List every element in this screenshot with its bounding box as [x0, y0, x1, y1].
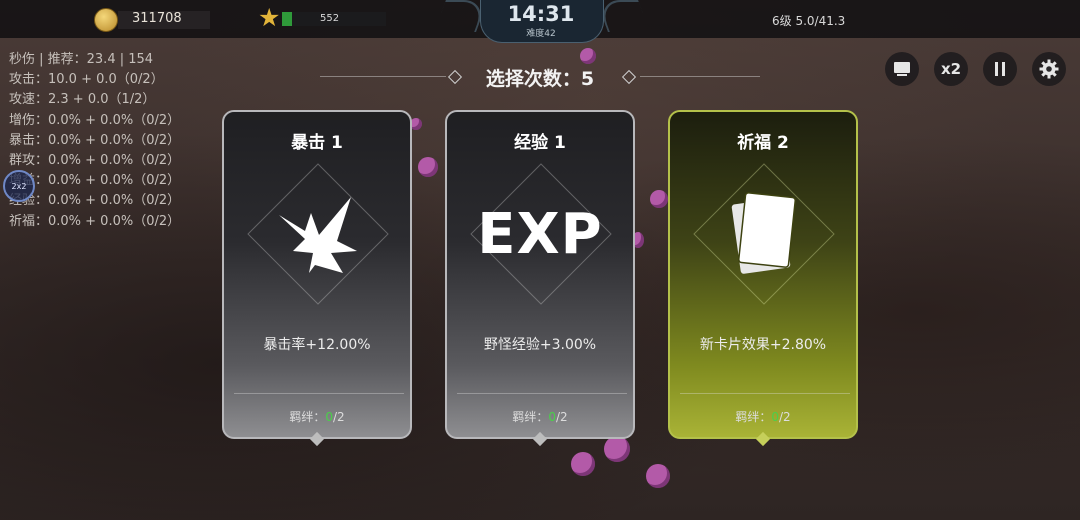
stat-aoe: 群攻：0.0% + 0.0%（0/2） — [9, 153, 181, 169]
card-stack-icon — [731, 192, 796, 274]
burst-icon — [279, 197, 357, 273]
screen-button[interactable] — [885, 52, 919, 86]
card-description: 暴击率+12.00% — [263, 337, 371, 353]
card-blessing[interactable]: 祈福 2 新卡片效果+2.80% 羁绊：0/2 — [668, 110, 858, 439]
stat-dps: 秒伤 | 推荐：23.4 | 154 — [9, 52, 154, 67]
monster-blob — [646, 464, 670, 488]
gear-icon — [1039, 59, 1059, 79]
stat-damage-boost: 增伤：0.0% + 0.0%（0/2） — [9, 112, 181, 128]
monster-blob — [604, 436, 630, 462]
xp-value: 552 — [320, 13, 340, 24]
card-divider — [234, 393, 404, 394]
card-title: 祈福 2 — [737, 133, 789, 153]
difficulty-label: 难度42 — [526, 29, 556, 39]
monster-blob — [571, 452, 595, 476]
star-icon: ★ — [258, 3, 281, 32]
screen-icon — [894, 62, 910, 76]
pause-icon — [995, 62, 1005, 76]
card-bond: 羁绊：0/2 — [289, 410, 345, 424]
side-skill-button[interactable]: 2x2 — [3, 170, 35, 202]
stat-attack-speed: 攻速：2.3 + 0.0（1/2） — [9, 92, 156, 108]
card-title: 经验 1 — [514, 133, 566, 153]
stat-exp: 经验：0.0% + 0.0%（0/2） — [9, 193, 181, 209]
speed-label: x2 — [940, 60, 962, 78]
monster-blob — [650, 190, 668, 208]
card-exp[interactable]: 经验 1 EXP 野怪经验+3.00% 羁绊：0/2 — [445, 110, 635, 439]
card-divider — [457, 393, 627, 394]
monster-blob — [580, 48, 596, 64]
stats-panel: 秒伤 | 推荐：23.4 | 154 攻击：10.0 + 0.0（0/2） 攻速… — [9, 50, 180, 232]
card-description: 新卡片效果+2.80% — [699, 337, 827, 353]
header-line-right — [640, 76, 760, 77]
card-bond: 羁绊：0/2 — [735, 410, 791, 424]
game-timer: 14:31 — [507, 2, 575, 26]
level-info: 6级 5.0/41.3 — [772, 14, 846, 28]
exp-icon: EXP — [477, 201, 603, 267]
pause-button[interactable] — [983, 52, 1017, 86]
stat-crit: 暴击：0.0% + 0.0%（0/2） — [9, 132, 181, 148]
bond-count: 0 — [548, 410, 556, 424]
settings-button[interactable] — [1032, 52, 1066, 86]
card-bond: 羁绊：0/2 — [512, 410, 568, 424]
bond-count: 0 — [325, 410, 333, 424]
speed-button[interactable]: x2 — [934, 52, 968, 86]
card-divider — [680, 393, 850, 394]
gold-coin-icon — [94, 8, 118, 32]
stat-attack: 攻击：10.0 + 0.0（0/2） — [9, 72, 164, 88]
card-crit[interactable]: 暴击 1 暴击率+12.00% 羁绊：0/2 — [222, 110, 412, 439]
xp-bar-fill — [282, 12, 293, 26]
gold-amount: 311708 — [132, 11, 182, 26]
card-title: 暴击 1 — [291, 133, 343, 153]
stat-blessing: 祈福：0.0% + 0.0%（0/2） — [9, 213, 181, 229]
monster-blob — [418, 157, 438, 177]
card-description: 野怪经验+3.00% — [483, 337, 597, 353]
bond-count: 0 — [771, 410, 779, 424]
